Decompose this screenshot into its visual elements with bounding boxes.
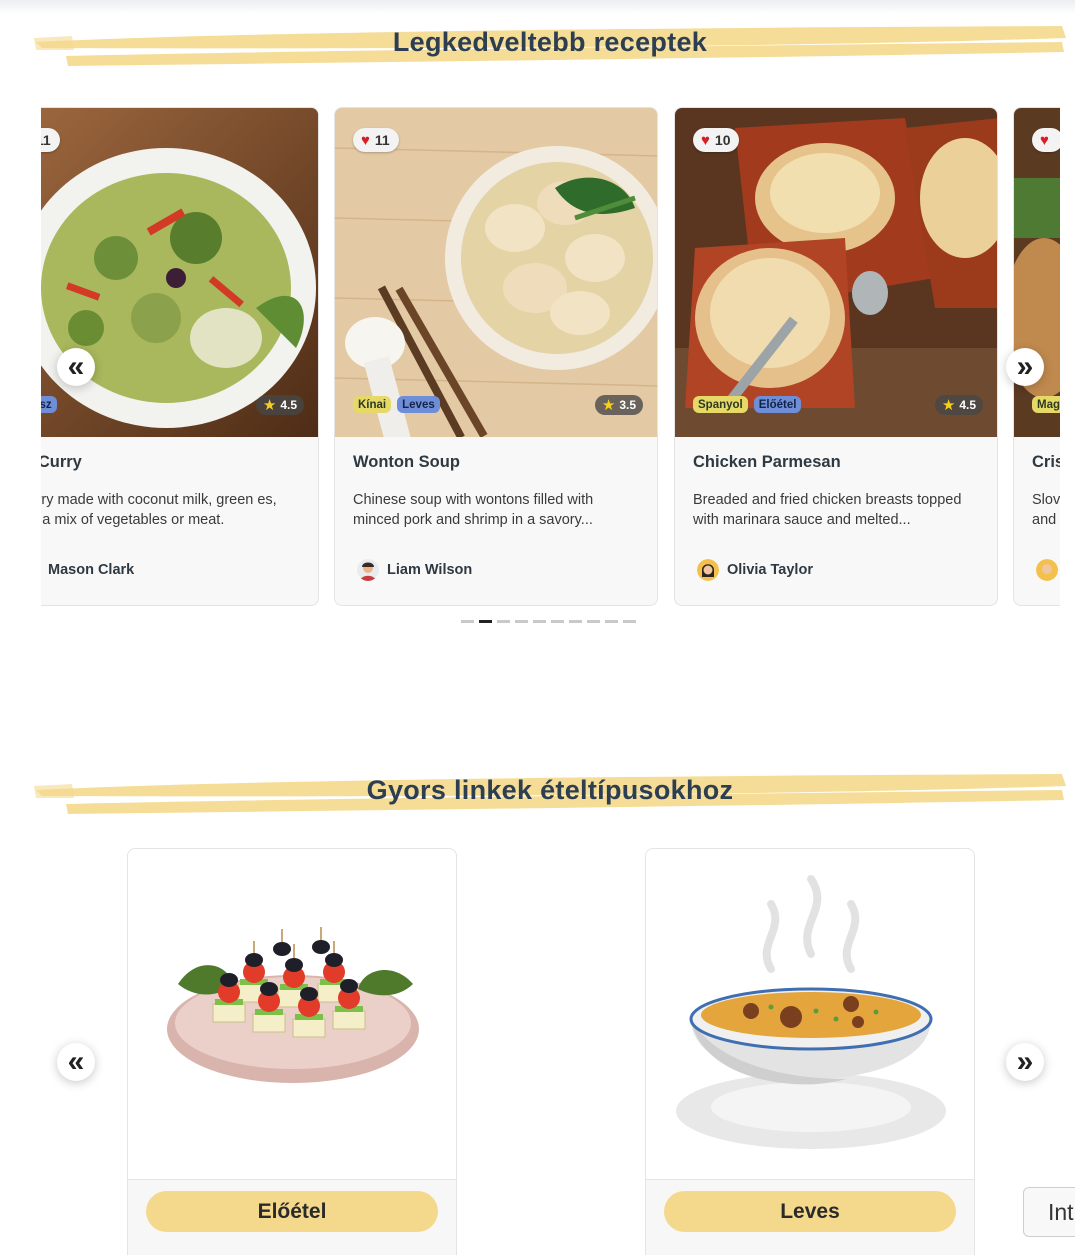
- recipe-image: [1014, 108, 1060, 437]
- quicklinks-prev-button[interactable]: «: [57, 1043, 95, 1081]
- favorites-section-header: Legkedveltebb receptek: [32, 20, 1068, 66]
- recipe-author[interactable]: Liam Wilson: [357, 559, 472, 581]
- recipe-image: [41, 108, 318, 437]
- rating-badge: ★ 3.5: [594, 395, 643, 415]
- pagination-dot[interactable]: [623, 620, 636, 623]
- recipe-tags: Kínai Leves: [353, 396, 440, 413]
- recipe-title[interactable]: Wonton Soup: [353, 453, 460, 472]
- pagination-dot[interactable]: [605, 620, 618, 623]
- recipe-author[interactable]: Olivia Taylor: [697, 559, 813, 581]
- section-title-quicklinks: Gyors linkek ételtípusokhoz: [366, 775, 734, 805]
- quicklink-footer: Előétel: [128, 1179, 456, 1255]
- recipe-card[interactable]: ♥ 11 Kínai Leves ★ 3.5 Wonton Soup Chine…: [334, 107, 658, 606]
- recipe-card[interactable]: ♥ 10 Spanyol Előétel ★ 4.5 Chicken Parme…: [674, 107, 998, 606]
- recipe-tag[interactable]: Spanyol: [693, 396, 748, 413]
- quicklink-card-appetizer[interactable]: Előétel: [127, 848, 457, 1255]
- pagination-dot[interactable]: [515, 620, 528, 623]
- like-badge[interactable]: ♥: [1032, 128, 1060, 152]
- recipe-tag[interactable]: Kínai: [353, 396, 392, 413]
- pagination-dot[interactable]: [569, 620, 582, 623]
- star-icon: ★: [262, 397, 277, 414]
- recipe-title[interactable]: Cris: [1032, 453, 1060, 472]
- quicklink-button-appetizer[interactable]: Előétel: [146, 1191, 438, 1232]
- double-chevron-right-icon: »: [1016, 1045, 1034, 1078]
- recipe-description: Chinese soup with wontons filled with mi…: [353, 492, 594, 528]
- pagination-dot[interactable]: [533, 620, 546, 623]
- carousel-prev-button[interactable]: «: [57, 348, 95, 386]
- recipe-tags: Spanyol Előétel: [693, 396, 802, 413]
- recipe-tag[interactable]: Leves: [397, 396, 440, 413]
- pagination-dot[interactable]: [587, 620, 600, 623]
- favorites-carousel: ♥ 11 Szósz ★ 4.5 en Curry i curry made w…: [41, 107, 1060, 607]
- recipe-description: Slov and: [1032, 492, 1060, 528]
- soup-bowl-icon: [646, 849, 974, 1179]
- recipe-tag[interactable]: Mag: [1032, 396, 1060, 413]
- like-badge[interactable]: ♥ 11: [353, 128, 399, 152]
- rating-badge: ★ 4.5: [255, 395, 304, 415]
- quicklink-footer: Leves: [646, 1179, 974, 1255]
- recipe-title[interactable]: en Curry: [41, 453, 82, 472]
- recipe-tags: Szósz: [41, 396, 57, 413]
- carousel-pagination: [461, 620, 636, 623]
- carousel-next-button[interactable]: »: [1006, 348, 1044, 386]
- heart-icon: ♥: [361, 131, 370, 149]
- appetizer-plate-icon: [128, 849, 456, 1179]
- recipe-title[interactable]: Chicken Parmesan: [693, 453, 841, 472]
- avatar: [697, 559, 719, 581]
- heart-icon: ♥: [1040, 131, 1049, 149]
- rating-badge: ★ 4.5: [934, 395, 983, 415]
- double-chevron-left-icon: «: [67, 350, 85, 383]
- recipe-image: [675, 108, 997, 437]
- recipe-tag[interactable]: Előétel: [753, 396, 802, 413]
- star-icon: ★: [941, 397, 956, 414]
- recipe-author[interactable]: [1036, 559, 1058, 581]
- pagination-dot[interactable]: [551, 620, 564, 623]
- recipe-image: [335, 108, 657, 437]
- quicklink-card-soup[interactable]: Leves: [645, 848, 975, 1255]
- recipe-tag[interactable]: Szósz: [41, 396, 57, 413]
- pagination-dot-active[interactable]: [479, 620, 492, 623]
- top-shadow: [0, 0, 1075, 14]
- recipe-tags: Mag: [1032, 396, 1060, 413]
- recipe-description: Breaded and fried chicken breasts topped…: [693, 492, 962, 528]
- star-icon: ★: [601, 397, 616, 414]
- pagination-dot[interactable]: [461, 620, 474, 623]
- quicklink-button-soup[interactable]: Leves: [664, 1191, 956, 1232]
- info-floating-tab[interactable]: Int: [1023, 1187, 1075, 1237]
- double-chevron-right-icon: »: [1016, 350, 1034, 383]
- pagination-dot[interactable]: [497, 620, 510, 623]
- avatar: [1036, 559, 1058, 581]
- heart-icon: ♥: [701, 131, 710, 149]
- like-badge[interactable]: ♥ 10: [693, 128, 740, 152]
- section-title-favorites: Legkedveltebb receptek: [392, 27, 708, 57]
- double-chevron-left-icon: «: [67, 1045, 85, 1078]
- quicklinks-next-button[interactable]: »: [1006, 1043, 1044, 1081]
- quicklinks-section-header: Gyors linkek ételtípusokhoz: [32, 768, 1068, 814]
- recipe-description: i curry made with coconut milk, green es…: [41, 492, 277, 528]
- avatar: [357, 559, 379, 581]
- recipe-author[interactable]: Mason Clark: [41, 559, 134, 581]
